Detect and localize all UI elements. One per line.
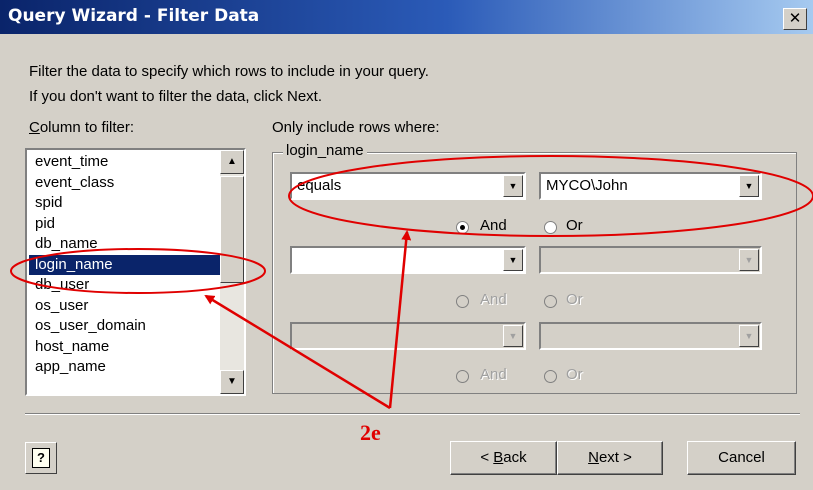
annotation-arrow-left bbox=[204, 294, 391, 410]
highlight-ellipse-condition bbox=[288, 155, 813, 237]
annotation-overlay bbox=[10, 155, 813, 410]
query-wizard-dialog: Query Wizard - Filter Data ✕ Filter the … bbox=[0, 0, 813, 490]
annotation-arrow-up bbox=[388, 230, 412, 409]
highlight-ellipse-login-name bbox=[10, 248, 266, 294]
annotation-label: 2e bbox=[360, 420, 381, 445]
